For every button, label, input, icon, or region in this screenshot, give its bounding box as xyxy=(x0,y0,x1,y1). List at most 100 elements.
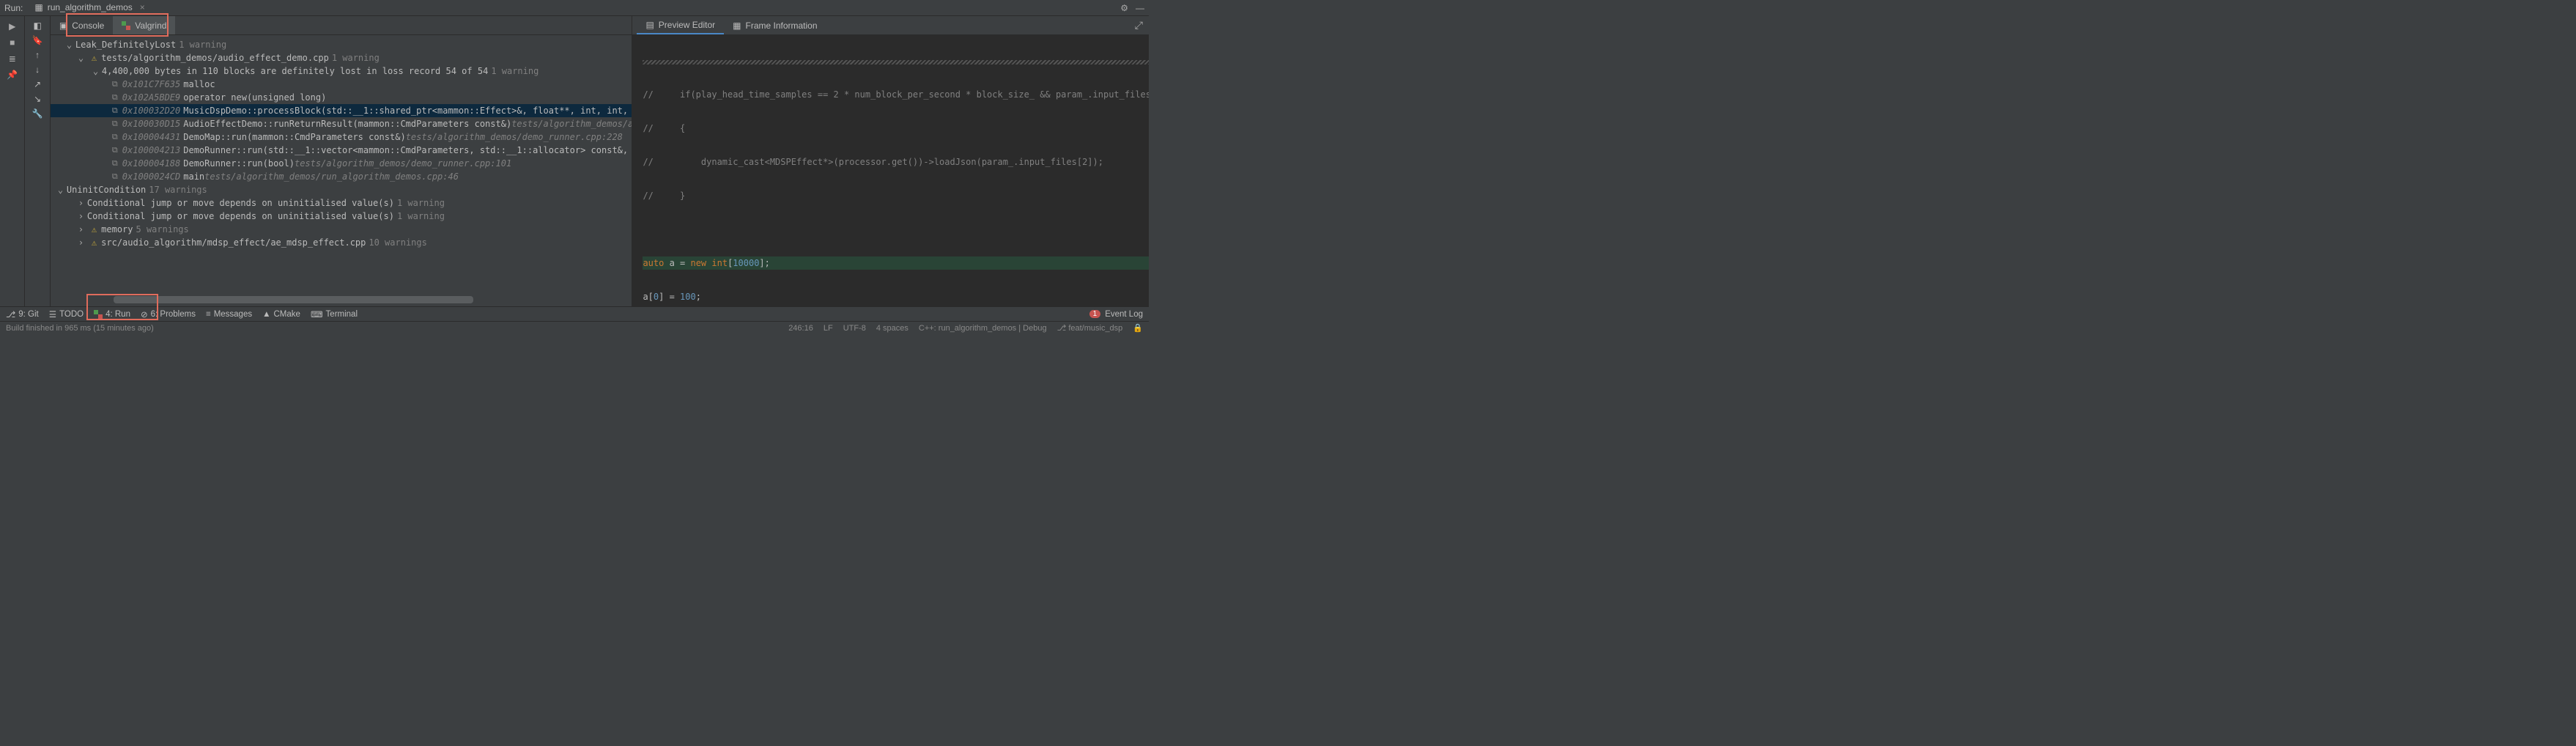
chevron-down-icon[interactable]: ⌄ xyxy=(78,51,86,64)
problems-icon: ⊘ xyxy=(141,309,148,320)
file-label: tests/algorithm_demos/audio_effect_demo.… xyxy=(101,51,329,64)
tree-node-file[interactable]: ⌄ ⚠ tests/algorithm_demos/audio_effect_d… xyxy=(51,51,632,64)
chevron-down-icon[interactable]: ⌄ xyxy=(58,183,65,196)
code-editor[interactable]: // if(play_head_time_samples == 2 * num_… xyxy=(632,35,1149,306)
block-count: 1 warning xyxy=(491,64,538,78)
toolwindow-cmake[interactable]: ▲CMake xyxy=(262,310,300,319)
stack-frame[interactable]: ⧉ 0x100004188DemoRunner::run(bool) tests/… xyxy=(51,157,632,170)
bookmark-icon[interactable]: 🔖 xyxy=(32,35,43,45)
frame-icon: ⧉ xyxy=(112,157,118,170)
toolwindow-messages[interactable]: ≡Messages xyxy=(206,310,252,319)
toolwindow-todo[interactable]: ☰TODO xyxy=(49,309,84,320)
editor-icon: ▤ xyxy=(645,20,654,30)
run-gutter-1: ▶ ■ ≣ 📌 xyxy=(0,16,25,306)
console-icon: ▣ xyxy=(59,21,67,31)
stack-frame-selected[interactable]: ⧉0x100032D20MusicDspDemo::processBlock(s… xyxy=(51,104,632,117)
tab-preview-editor[interactable]: ▤ Preview Editor xyxy=(637,16,724,34)
layout-icon[interactable]: ◧ xyxy=(34,21,42,31)
console-tabbar: ▣ Console Valgrind xyxy=(51,16,632,35)
preview-panel: ▤ Preview Editor ▦ Frame Information ⤢ /… xyxy=(632,16,1149,306)
minimize-icon[interactable]: — xyxy=(1136,3,1144,13)
valgrind-tree[interactable]: ⌄ Leak_DefinitelyLost 1 warning ⌄ ⚠ test… xyxy=(51,35,632,295)
label: Event Log xyxy=(1105,310,1143,319)
tab-frame-info[interactable]: ▦ Frame Information xyxy=(724,16,826,34)
node-count: 1 warning xyxy=(397,196,445,210)
run-config-tab[interactable]: ▦ run_algorithm_demos × xyxy=(29,1,150,15)
frame-icon: ⧉ xyxy=(112,130,118,144)
label: Messages xyxy=(214,310,252,319)
tree-node[interactable]: ›Conditional jump or move depends on uni… xyxy=(51,196,632,210)
label: 6: Problems xyxy=(151,310,196,319)
frame-fn: DemoMap::run(mammon::CmdParameters const… xyxy=(183,130,405,144)
horizontal-scrollbar[interactable] xyxy=(114,296,628,303)
settings-icon[interactable]: ⚙ xyxy=(1120,3,1128,13)
frame-loc: tests/algorithm_demos/run_algorithm_demo… xyxy=(204,170,459,183)
export-icon[interactable]: ↗ xyxy=(34,79,41,89)
encoding[interactable]: UTF-8 xyxy=(843,324,866,333)
tab-label: Preview Editor xyxy=(659,20,715,30)
indent[interactable]: 4 spaces xyxy=(876,324,908,333)
tree-node-uninit[interactable]: ⌄ UninitCondition 17 warnings xyxy=(51,183,632,196)
line-separator[interactable]: LF xyxy=(823,324,833,333)
stack-frame[interactable]: ⧉0x100030D15AudioEffectDemo::runReturnRe… xyxy=(51,117,632,130)
stack-frame[interactable]: ⧉0x100004431DemoMap::run(mammon::CmdPara… xyxy=(51,130,632,144)
chevron-right-icon[interactable]: › xyxy=(78,196,86,210)
chevron-right-icon[interactable]: › xyxy=(78,210,86,223)
tree-node[interactable]: ›Conditional jump or move depends on uni… xyxy=(51,210,632,223)
pin-icon[interactable]: 📌 xyxy=(7,69,18,81)
label: TODO xyxy=(59,310,84,319)
tree-node[interactable]: ›⚠src/audio_algorithm/mdsp_effect/ae_mds… xyxy=(51,236,632,249)
label: 4: Run xyxy=(106,310,130,319)
tree-node[interactable]: ›⚠memory5 warnings xyxy=(51,223,632,236)
caret-position[interactable]: 246:16 xyxy=(788,324,813,333)
import-icon[interactable]: ↘ xyxy=(34,94,41,104)
context[interactable]: C++: run_algorithm_demos | Debug xyxy=(919,324,1047,333)
preview-tabbar: ▤ Preview Editor ▦ Frame Information ⤢ xyxy=(632,16,1149,35)
stack-frame[interactable]: ⧉0x101C7F635malloc xyxy=(51,78,632,91)
stack-frame[interactable]: ⧉0x102A5BDE9operator new(unsigned long) xyxy=(51,91,632,104)
frame-addr: 0x101C7F635 xyxy=(122,78,180,91)
frame-loc: tests/algorithm_demos/demo_runner.cpp:10… xyxy=(295,157,511,170)
up-icon[interactable]: ↑ xyxy=(35,50,40,60)
toolwindow-eventlog[interactable]: 1Event Log xyxy=(1089,310,1143,319)
frame-addr: 0x102A5BDE9 xyxy=(122,91,180,104)
todo-icon: ☰ xyxy=(49,309,56,320)
uninit-label: UninitCondition xyxy=(67,183,146,196)
pause-icon[interactable]: ≣ xyxy=(7,53,18,64)
wrench-icon[interactable]: 🔧 xyxy=(32,108,43,119)
toolwindow-terminal[interactable]: ⌨Terminal xyxy=(311,309,358,320)
messages-icon: ≡ xyxy=(206,310,211,319)
stack-frame[interactable]: ⧉0x1000024CDmain tests/algorithm_demos/r… xyxy=(51,170,632,183)
stack-frame[interactable]: ⧉0x100004213DemoRunner::run(std::__1::ve… xyxy=(51,144,632,157)
warning-icon: ⚠ xyxy=(92,223,97,236)
warning-icon: ⚠ xyxy=(92,51,97,64)
tab-console[interactable]: ▣ Console xyxy=(51,16,113,34)
tree-node-leak[interactable]: ⌄ Leak_DefinitelyLost 1 warning xyxy=(51,38,632,51)
down-icon[interactable]: ↓ xyxy=(35,64,40,75)
git-branch[interactable]: ⎇ feat/music_dsp xyxy=(1057,323,1123,333)
scrollbar-thumb[interactable] xyxy=(114,296,473,303)
bottom-toolbar: ⎇9: Git ☰TODO 4: Run ⊘6: Problems ≡Messa… xyxy=(0,306,1149,321)
run-toolwindow-header: Run: ▦ run_algorithm_demos × ⚙ — xyxy=(0,0,1149,16)
stop-icon[interactable]: ■ xyxy=(7,37,18,48)
rerun-icon[interactable]: ▶ xyxy=(7,21,18,32)
warning-icon: ⚠ xyxy=(92,236,97,249)
frame-fn: DemoRunner::run(bool) xyxy=(183,157,295,170)
chevron-down-icon[interactable]: ⌄ xyxy=(67,38,74,51)
toolwindow-run[interactable]: 4: Run xyxy=(94,310,130,319)
tree-node-block[interactable]: ⌄ 4,400,000 bytes in 110 blocks are defi… xyxy=(51,64,632,78)
close-tab-icon[interactable]: × xyxy=(140,2,145,12)
chevron-right-icon[interactable]: › xyxy=(78,223,86,236)
lock-icon[interactable]: 🔒 xyxy=(1133,323,1143,333)
chevron-right-icon[interactable]: › xyxy=(78,236,86,249)
tab-valgrind[interactable]: Valgrind xyxy=(113,16,175,34)
expand-icon[interactable]: ⤢ xyxy=(1135,19,1143,32)
toolwindow-problems[interactable]: ⊘6: Problems xyxy=(141,309,196,320)
frame-addr: 0x100032D20 xyxy=(122,104,180,117)
frame-addr: 0x100004188 xyxy=(122,157,180,170)
code-line-highlighted: auto a = new int[10000]; xyxy=(643,256,1149,270)
leak-count: 1 warning xyxy=(179,38,226,51)
chevron-down-icon[interactable]: ⌄ xyxy=(93,64,100,78)
toolwindow-git[interactable]: ⎇9: Git xyxy=(6,309,39,320)
leak-label: Leak_DefinitelyLost xyxy=(75,38,176,51)
